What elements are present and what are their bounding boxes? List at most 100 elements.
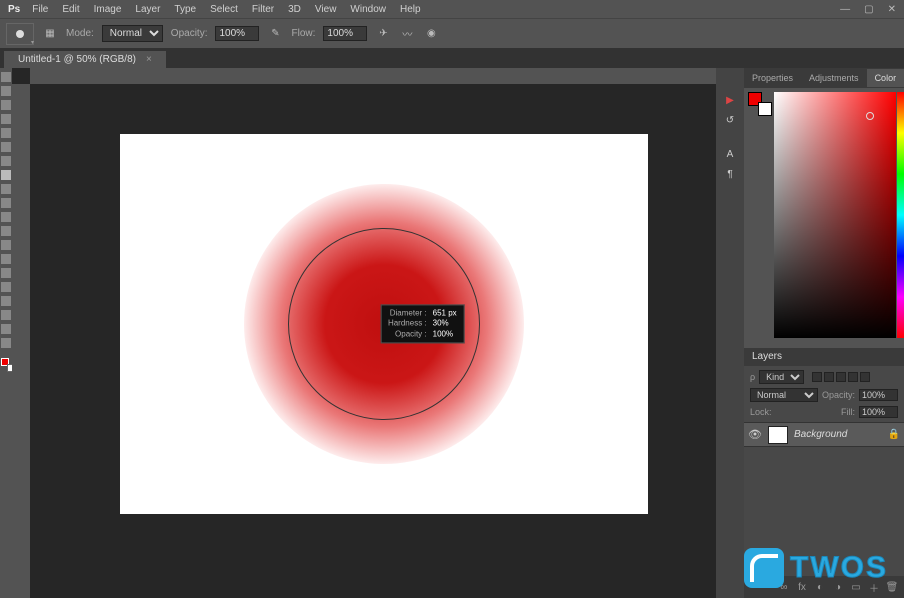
workspace: Diameter : 651 px Hardness : 30% Opacity… xyxy=(0,68,904,598)
menu-file[interactable]: File xyxy=(26,2,54,17)
maximize-button[interactable]: ▢ xyxy=(860,4,877,15)
menu-window[interactable]: Window xyxy=(344,2,392,17)
character-icon[interactable]: A xyxy=(722,146,738,162)
brush-icon xyxy=(16,30,24,38)
visibility-icon[interactable]: 👁 xyxy=(748,428,762,441)
menu-select[interactable]: Select xyxy=(204,2,244,17)
history-icon[interactable]: ↺ xyxy=(722,112,738,128)
canvas-area: Diameter : 651 px Hardness : 30% Opacity… xyxy=(12,68,716,598)
move-tool[interactable] xyxy=(1,72,11,82)
panel-background-swatch xyxy=(758,102,772,116)
minimize-button[interactable]: — xyxy=(836,4,854,15)
path-tool[interactable] xyxy=(1,296,11,306)
app-logo: Ps xyxy=(4,2,24,17)
type-tool[interactable] xyxy=(1,282,11,292)
layer-thumbnail[interactable] xyxy=(768,426,788,444)
layer-kind-select[interactable]: Kind xyxy=(759,370,804,384)
opacity-label: Opacity: xyxy=(171,28,208,39)
wand-tool[interactable] xyxy=(1,114,11,124)
horizontal-ruler[interactable] xyxy=(30,68,716,84)
panel-color-swatch[interactable] xyxy=(748,92,768,112)
mode-label: Mode: xyxy=(66,28,94,39)
canvas[interactable]: Diameter : 651 px Hardness : 30% Opacity… xyxy=(120,134,648,514)
vertical-ruler[interactable] xyxy=(12,84,30,598)
brush-tool[interactable] xyxy=(1,170,11,180)
smoothing-icon[interactable]: 〰 xyxy=(399,26,415,42)
layer-row[interactable]: 👁 Background 🔒 xyxy=(744,423,904,447)
hud-hardness-label: Hardness : xyxy=(387,319,427,329)
filter-pixel-icon[interactable] xyxy=(812,372,822,382)
menu-view[interactable]: View xyxy=(309,2,343,17)
flow-input[interactable] xyxy=(323,26,367,41)
layer-opacity-input[interactable] xyxy=(859,389,898,401)
menu-bar: Ps File Edit Image Layer Type Select Fil… xyxy=(0,0,904,18)
brush-preset-picker[interactable]: ▾ xyxy=(6,23,34,45)
lock-icon: 🔒 xyxy=(888,429,900,440)
blur-tool[interactable] xyxy=(1,240,11,250)
pressure-size-icon[interactable]: ◉ xyxy=(423,26,439,42)
color-swatch[interactable] xyxy=(1,358,11,368)
hud-hardness-value: 30% xyxy=(433,319,459,329)
color-panel-tabs: Properties Adjustments Color xyxy=(744,68,904,88)
dodge-tool[interactable] xyxy=(1,254,11,264)
pen-tool[interactable] xyxy=(1,268,11,278)
menu-edit[interactable]: Edit xyxy=(56,2,85,17)
tab-color[interactable]: Color xyxy=(867,69,904,87)
watermark-text: TWOS xyxy=(790,551,888,585)
filter-shape-icon[interactable] xyxy=(848,372,858,382)
shape-tool[interactable] xyxy=(1,310,11,320)
menu-filter[interactable]: Filter xyxy=(246,2,280,17)
menu-layer[interactable]: Layer xyxy=(129,2,166,17)
layer-blend-select[interactable]: Normal xyxy=(750,388,818,402)
close-tab-icon[interactable]: × xyxy=(146,54,152,65)
airbrush-icon[interactable]: ✈ xyxy=(375,26,391,42)
right-panels: Properties Adjustments Color Layers ρ Ki… xyxy=(744,68,904,598)
crop-tool[interactable] xyxy=(1,128,11,138)
layer-kind-label: ρ xyxy=(750,372,755,382)
hand-tool[interactable] xyxy=(1,324,11,334)
fill-label: Fill: xyxy=(841,407,855,417)
brush-panel-icon[interactable]: ▦ xyxy=(42,26,58,42)
eyedropper-tool[interactable] xyxy=(1,142,11,152)
filter-adjust-icon[interactable] xyxy=(824,372,834,382)
toolbox xyxy=(0,68,12,598)
heal-tool[interactable] xyxy=(1,156,11,166)
layer-name[interactable]: Background xyxy=(794,429,882,440)
hud-diameter-value: 651 px xyxy=(433,308,459,318)
lasso-tool[interactable] xyxy=(1,100,11,110)
layer-opacity-label: Opacity: xyxy=(822,390,855,400)
gradient-tool[interactable] xyxy=(1,226,11,236)
blend-mode-select[interactable]: Normal xyxy=(102,25,163,42)
close-button[interactable]: ✕ xyxy=(884,4,900,15)
pressure-opacity-icon[interactable]: ✎ xyxy=(267,26,283,42)
document-tab-bar: Untitled-1 @ 50% (RGB/8) × xyxy=(0,48,904,68)
play-icon[interactable]: ▶ xyxy=(722,92,738,108)
layers-controls: ρ Kind Normal Opa xyxy=(744,366,904,423)
zoom-tool[interactable] xyxy=(1,338,11,348)
hue-slider[interactable] xyxy=(897,92,904,338)
tab-properties[interactable]: Properties xyxy=(744,69,801,87)
tab-adjustments[interactable]: Adjustments xyxy=(801,69,867,87)
layers-header[interactable]: Layers xyxy=(744,348,904,366)
marquee-tool[interactable] xyxy=(1,86,11,96)
color-panel xyxy=(744,88,904,348)
opacity-input[interactable] xyxy=(215,26,259,41)
document-viewport[interactable]: Diameter : 651 px Hardness : 30% Opacity… xyxy=(30,84,716,598)
filter-type-icon[interactable] xyxy=(836,372,846,382)
flow-label: Flow: xyxy=(291,28,315,39)
menu-3d[interactable]: 3D xyxy=(282,2,307,17)
paragraph-icon[interactable]: ¶ xyxy=(722,166,738,182)
history-brush-tool[interactable] xyxy=(1,198,11,208)
hud-opacity-label: Opacity : xyxy=(387,329,427,339)
color-field[interactable] xyxy=(774,92,896,338)
hud-opacity-value: 100% xyxy=(433,329,459,339)
menu-image[interactable]: Image xyxy=(88,2,128,17)
menu-help[interactable]: Help xyxy=(394,2,427,17)
menu-type[interactable]: Type xyxy=(168,2,202,17)
stamp-tool[interactable] xyxy=(1,184,11,194)
layer-fill-input[interactable] xyxy=(859,406,898,418)
document-tab[interactable]: Untitled-1 @ 50% (RGB/8) × xyxy=(4,51,166,68)
eraser-tool[interactable] xyxy=(1,212,11,222)
layer-filter-icons xyxy=(812,372,870,382)
filter-smart-icon[interactable] xyxy=(860,372,870,382)
